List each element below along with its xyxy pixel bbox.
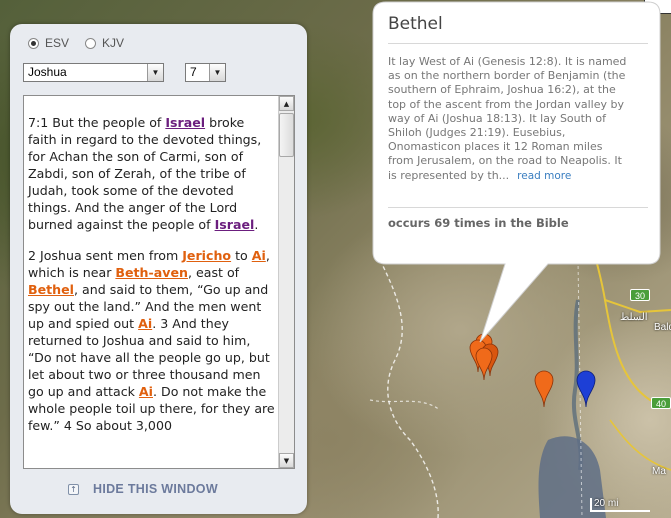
chapter-select-value: 7 bbox=[190, 65, 197, 79]
verse-text: 2 Joshua sent men from bbox=[28, 248, 183, 263]
place-link[interactable]: Ai bbox=[252, 248, 266, 263]
read-more-link[interactable]: read more bbox=[517, 170, 571, 182]
scripture-text: 7:1 But the people of Israel broke faith… bbox=[28, 114, 276, 448]
verse-text: 7:1 But the people of bbox=[28, 115, 166, 130]
bubble-title: Bethel bbox=[388, 14, 443, 34]
place-link[interactable]: Israel bbox=[215, 217, 255, 232]
verse-paragraph: 2 Joshua sent men from Jericho to Ai, wh… bbox=[28, 247, 276, 434]
verse-text: to bbox=[231, 248, 252, 263]
place-link[interactable]: Ai bbox=[139, 384, 153, 399]
chevron-down-icon[interactable]: ▼ bbox=[209, 64, 225, 81]
verse-text: . bbox=[254, 217, 259, 232]
bubble-divider bbox=[388, 207, 648, 208]
place-link[interactable]: Bethel bbox=[28, 282, 74, 297]
hide-window-label: HIDE THIS WINDOW bbox=[93, 482, 218, 496]
chapter-select[interactable]: 7 ▼ bbox=[185, 63, 226, 82]
book-select[interactable]: Joshua ▼ bbox=[23, 63, 164, 82]
chevron-down-icon[interactable]: ▼ bbox=[147, 64, 163, 81]
place-link[interactable]: Jericho bbox=[182, 248, 231, 263]
scroll-down-button[interactable]: ▼ bbox=[279, 453, 294, 468]
place-link[interactable]: Ai bbox=[138, 316, 152, 331]
verse-text: , east of bbox=[187, 265, 240, 280]
place-link[interactable]: Israel bbox=[165, 115, 205, 130]
book-select-value: Joshua bbox=[28, 65, 67, 79]
arrow-up-icon: ↑ bbox=[68, 483, 79, 495]
scroll-thumb[interactable] bbox=[279, 113, 294, 157]
hide-window-button[interactable]: ↑ HIDE THIS WINDOW bbox=[68, 482, 218, 496]
scrollbar[interactable]: ▲ ▼ bbox=[278, 96, 294, 468]
bubble-description-text: It lay West of Ai (Genesis 12:8). It is … bbox=[388, 55, 627, 182]
version-radio-esv[interactable] bbox=[28, 37, 39, 49]
place-link[interactable]: Beth-aven bbox=[115, 265, 188, 280]
scripture-text-box[interactable]: 7:1 But the people of Israel broke faith… bbox=[23, 95, 295, 469]
verse-paragraph: 7:1 But the people of Israel broke faith… bbox=[28, 114, 276, 233]
bubble-divider bbox=[388, 43, 648, 44]
version-radio-kjv[interactable] bbox=[85, 37, 97, 49]
bible-panel: ESV KJV Joshua ▼ 7 ▼ 7:1 But the people … bbox=[10, 24, 307, 514]
bubble-description: It lay West of Ai (Genesis 12:8). It is … bbox=[388, 55, 628, 183]
version-selector: ESV KJV bbox=[28, 36, 140, 50]
version-label-kjv[interactable]: KJV bbox=[102, 36, 124, 50]
scroll-up-button[interactable]: ▲ bbox=[279, 96, 294, 111]
occurrence-count: occurs 69 times in the Bible bbox=[388, 216, 569, 230]
version-label-esv[interactable]: ESV bbox=[45, 36, 69, 50]
verse-text: broke faith in regard to the devoted thi… bbox=[28, 115, 262, 232]
